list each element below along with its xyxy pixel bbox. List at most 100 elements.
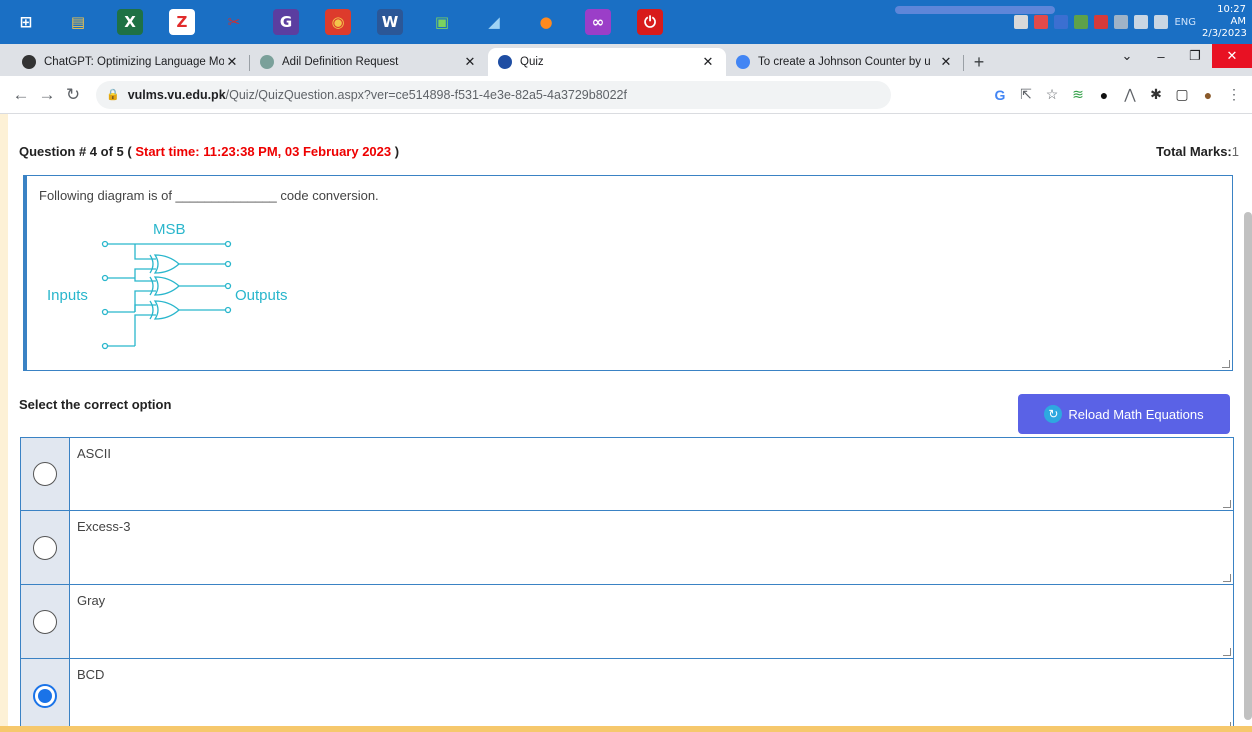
input-terminal bbox=[101, 240, 109, 248]
snipping-tool-icon[interactable]: ✂ bbox=[215, 6, 253, 38]
tab-title: ChatGPT: Optimizing Language Mo bbox=[44, 56, 224, 68]
share-icon[interactable]: ⇱ bbox=[1018, 86, 1034, 103]
extension-vpn-icon[interactable]: ● bbox=[1096, 87, 1112, 103]
output-terminal bbox=[224, 282, 232, 290]
tab-close-icon[interactable]: ✕ bbox=[700, 54, 716, 70]
option-row[interactable]: BCD bbox=[20, 659, 1234, 732]
windows-start-icon[interactable]: ⊞ bbox=[7, 6, 45, 38]
language-indicator[interactable]: ENG bbox=[1174, 17, 1196, 28]
reload-math-label: Reload Math Equations bbox=[1068, 406, 1204, 422]
battery-icon[interactable] bbox=[1134, 15, 1149, 29]
restore-button[interactable]: ❐ bbox=[1178, 44, 1212, 68]
word-icon[interactable]: W bbox=[377, 9, 403, 35]
output-terminal bbox=[224, 240, 232, 248]
logic-sim-icon[interactable]: ⏻ bbox=[637, 9, 663, 35]
option-label: Gray bbox=[77, 593, 106, 608]
clock-date: 2/3/2023 bbox=[1202, 28, 1247, 39]
tab-title: Quiz bbox=[520, 56, 544, 68]
option-radio-cell bbox=[21, 511, 70, 584]
output-terminal bbox=[224, 306, 232, 314]
file-explorer-icon[interactable]: ▤ bbox=[59, 6, 97, 38]
tab-title: To create a Johnson Counter by u bbox=[758, 56, 931, 68]
notepad-icon[interactable]: ◢ bbox=[475, 6, 513, 38]
clock[interactable]: 10:27 AM 2/3/2023 bbox=[1202, 4, 1247, 40]
resize-handle[interactable] bbox=[1223, 500, 1231, 508]
question-text: Following diagram is of ______________ c… bbox=[39, 188, 379, 203]
total-marks: Total Marks:1 bbox=[1156, 144, 1239, 159]
question-header: Question # 4 of 5 ( Start time: 11:23:38… bbox=[19, 144, 1239, 159]
resize-handle[interactable] bbox=[1223, 574, 1231, 582]
menu-icon[interactable]: ⋮ bbox=[1226, 86, 1242, 103]
forward-icon[interactable]: → bbox=[34, 85, 60, 105]
url-host: vulms.vu.edu.pk bbox=[127, 87, 226, 102]
profile-avatar-icon[interactable]: ● bbox=[1200, 87, 1216, 103]
option-radio[interactable] bbox=[33, 462, 57, 486]
side-panel-icon[interactable]: ▢ bbox=[1174, 86, 1190, 103]
network-icon[interactable] bbox=[1074, 15, 1089, 29]
window-bottom-edge bbox=[0, 726, 1252, 732]
option-row[interactable]: ASCII bbox=[20, 437, 1234, 511]
option-row[interactable]: Gray bbox=[20, 585, 1234, 659]
minimize-button[interactable]: – bbox=[1144, 44, 1178, 68]
infinity-app-icon[interactable]: ∞ bbox=[585, 9, 611, 35]
option-radio[interactable] bbox=[33, 683, 57, 708]
input-terminal bbox=[101, 342, 109, 350]
system-tray: ENG 10:27 AM 2/3/2023 bbox=[1014, 0, 1252, 44]
extension-leaf-icon[interactable]: ≋ bbox=[1070, 86, 1086, 103]
browser-tab[interactable]: To create a Johnson Counter by u ✕ bbox=[726, 48, 964, 76]
options-list: ASCII Excess-3 Gray BCD bbox=[20, 437, 1234, 732]
monitor-icon[interactable] bbox=[1054, 15, 1069, 29]
close-window-button[interactable]: ✕ bbox=[1212, 44, 1252, 68]
volume-icon[interactable] bbox=[1154, 15, 1169, 29]
app-tray-icon[interactable] bbox=[1034, 15, 1049, 29]
option-label: ASCII bbox=[77, 446, 111, 461]
chrome-icon[interactable]: ◉ bbox=[325, 9, 351, 35]
lock-icon[interactable]: 🔒 bbox=[106, 88, 120, 101]
tab-search-icon[interactable]: ⌄ bbox=[1110, 44, 1144, 68]
remote-desktop-icon[interactable]: ▣ bbox=[423, 6, 461, 38]
page-scrollbar[interactable] bbox=[1244, 212, 1252, 720]
address-bar[interactable]: 🔒 vulms.vu.edu.pk /Quiz/QuizQuestion.asp… bbox=[96, 80, 891, 109]
new-tab-button[interactable]: + bbox=[964, 48, 994, 76]
extension-a-icon[interactable]: ⋀ bbox=[1122, 86, 1138, 103]
google-lens-icon[interactable]: G bbox=[992, 87, 1008, 103]
firefox-icon[interactable]: ● bbox=[527, 6, 565, 38]
chatgpt-icon bbox=[22, 55, 36, 69]
option-radio[interactable] bbox=[33, 609, 57, 634]
google-icon bbox=[736, 55, 750, 69]
reload-icon[interactable]: ↻ bbox=[60, 85, 86, 105]
window-controls: ⌄ – ❐ ✕ bbox=[1110, 44, 1252, 76]
quiz-page: Question # 4 of 5 ( Start time: 11:23:38… bbox=[8, 114, 1252, 732]
question-box: Following diagram is of ______________ c… bbox=[23, 175, 1233, 371]
tab-close-icon[interactable]: ✕ bbox=[938, 54, 954, 70]
select-option-label: Select the correct option bbox=[19, 397, 172, 412]
clock-time: 10:27 AM bbox=[1217, 4, 1246, 27]
foxit-pdf-icon[interactable]: G bbox=[273, 9, 299, 35]
browser-tab-strip: ChatGPT: Optimizing Language Mo ✕ Adil Def… bbox=[0, 44, 1252, 76]
input-terminal bbox=[101, 308, 109, 316]
resize-handle[interactable] bbox=[1223, 648, 1231, 656]
resize-handle[interactable] bbox=[1222, 360, 1230, 368]
tab-close-icon[interactable]: ✕ bbox=[224, 54, 240, 70]
browser-tab[interactable]: Quiz ✕ bbox=[488, 48, 726, 76]
option-radio[interactable] bbox=[33, 535, 57, 560]
excel-icon[interactable]: X bbox=[117, 9, 143, 35]
back-icon[interactable]: ← bbox=[8, 85, 34, 105]
bookmark-star-icon[interactable]: ☆ bbox=[1044, 86, 1060, 103]
record-icon[interactable] bbox=[1094, 15, 1109, 29]
browser-tab[interactable]: ChatGPT: Optimizing Language Mo ✕ bbox=[12, 48, 250, 76]
option-label: BCD bbox=[77, 667, 105, 682]
pdf-reader-icon[interactable]: Z bbox=[169, 9, 195, 35]
extensions-puzzle-icon[interactable]: ✱ bbox=[1148, 86, 1164, 103]
option-radio-cell bbox=[21, 585, 70, 658]
outputs-label: Outputs bbox=[235, 287, 288, 304]
browser-tab[interactable]: Adil Definition Request ✕ bbox=[250, 48, 488, 76]
start-time: Start time: 11:23:38 PM, 03 February 202… bbox=[135, 144, 392, 159]
chatgpt-icon bbox=[260, 55, 274, 69]
question-number: Question # 4 of 5 bbox=[19, 144, 124, 159]
keyboard-icon[interactable] bbox=[1014, 15, 1029, 29]
tab-close-icon[interactable]: ✕ bbox=[462, 54, 478, 70]
wifi-icon[interactable] bbox=[1114, 15, 1129, 29]
option-row[interactable]: Excess-3 bbox=[20, 511, 1234, 585]
reload-math-button[interactable]: ↻ Reload Math Equations bbox=[1018, 394, 1230, 434]
